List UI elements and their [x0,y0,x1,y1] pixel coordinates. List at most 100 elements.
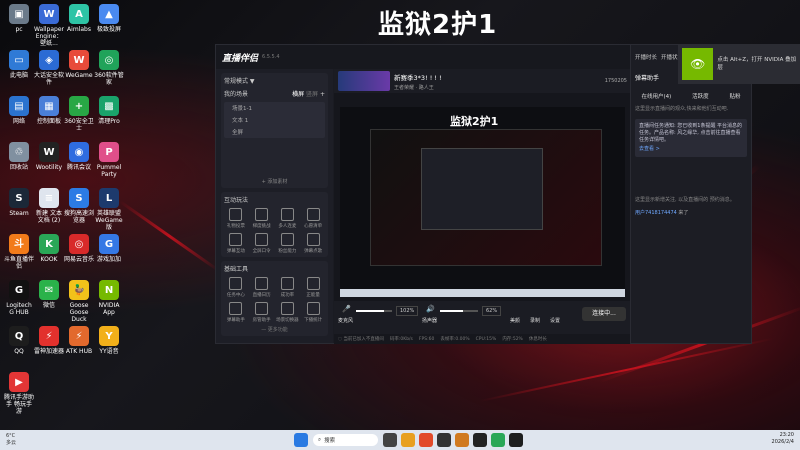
desktop-icon[interactable]: ◈ 大话安全软件 [34,50,64,86]
explorer-icon[interactable] [401,433,415,447]
tool-item[interactable]: 弹幕助手 [224,302,248,323]
tool-item[interactable]: 下播统计 [301,302,325,323]
interact-item[interactable]: 弹幕互动 [224,233,248,254]
scene-item[interactable]: 场景1-1 [224,102,325,114]
desktop-icon[interactable]: ▲ 极致投屏 [94,4,124,33]
app-icon[interactable] [455,433,469,447]
desktop-icon[interactable]: W Wallpaper Engine：壁纸... [34,4,64,47]
category-tag[interactable]: 王者荣耀 · 路人王 [394,84,442,91]
tool-item[interactable]: 直播日历 [250,277,274,298]
live-title[interactable]: 新赛季3*3! ! ! ! [394,72,442,82]
search-box[interactable]: ⌕ 搜索 [313,434,378,446]
mic-slider[interactable] [356,310,392,312]
status-item: 码率:0Kb/s [389,337,413,342]
desktop-icon[interactable]: ◉ 腾讯会议 [64,142,94,171]
desktop-icon[interactable]: G 游戏加加 [94,234,124,263]
desktop-icon[interactable]: Q QQ [4,326,34,355]
scene-item[interactable]: 全屏 [224,126,325,138]
tool-item[interactable]: 成功率 [276,277,300,298]
taskview-icon[interactable] [383,433,397,447]
notice-link[interactable]: 去查看 > [639,146,743,153]
desktop-icon[interactable]: ⚡ 雷神加速器 [34,326,64,355]
interact-item[interactable]: 全屏口令 [250,233,274,254]
tool-item[interactable]: 房管助手 [250,302,274,323]
desktop-icon[interactable]: ▩ 清理Pro [94,96,124,125]
desktop-icon[interactable]: ⚡ ATK HUB [64,326,94,355]
task-notice: 直播间任务通知: 您已收到1条提醒 平台消息的任务。产品名称: 风之缘华, 点击… [635,119,747,157]
desktop-icon[interactable]: A Aimlabs [64,4,94,33]
interact-icon [306,233,320,246]
desktop-icon[interactable]: L 英雄联盟WeGame版 [94,188,124,231]
scene-item[interactable]: 文本 1 [224,114,325,126]
settings-button[interactable]: 设置 [550,317,560,324]
app-icon[interactable] [473,433,487,447]
desktop-icon[interactable]: P Pummel Party [94,142,124,178]
desktop-icon[interactable]: S Steam [4,188,34,217]
desktop-icon[interactable]: G Logitech G HUB [4,280,34,316]
status-left: ◌ 当前已加入不直播间 [338,337,384,342]
interact-item[interactable]: 梯度挑战 [250,208,274,229]
interact-label: 礼物投票 [226,224,245,229]
desktop-icon[interactable]: ▦ 控制面板 [34,96,64,125]
user-name[interactable]: 用户7418174474 [635,210,677,216]
tab-landscape[interactable]: 横屏 [292,91,304,98]
tool-item[interactable]: 场景切换器 [276,302,300,323]
microphone-icon[interactable]: 🎤 [342,305,351,313]
desktop-icon[interactable]: ≡ 新建 文本文档 (2) [34,188,64,224]
tools-section: 基础工具 任务中心 直播日历 成功率 正能量 弹幕助手 房管助手 场景切换器 下播统计 — 更… [221,261,328,336]
interact-item[interactable]: 多人连麦 [276,208,300,229]
desktop-icon[interactable]: ▤ 网络 [4,96,34,125]
nvidia-notification[interactable]: 👁 点击 Alt+Z，打开 NVIDIA 叠加层 [678,44,800,84]
desktop-icon[interactable]: 斗斗鱼直播伴侣 [4,234,34,270]
tool-label: 下播统计 [304,318,323,323]
connect-button[interactable]: 连接中... [582,307,626,321]
interact-item[interactable]: 心愿清单 [301,208,325,229]
mode-select[interactable]: 常规模式 ▼ [224,76,255,85]
tool-item[interactable]: 正能量 [301,277,325,298]
desktop-icon[interactable]: +360安全卫士 [64,96,94,132]
app-icon[interactable] [491,433,505,447]
record-button[interactable]: 录制 [530,317,540,324]
desktop-icon[interactable]: K KOOK [34,234,64,263]
desktop-icon[interactable]: 🦆 Goose Goose Duck [64,280,94,323]
interact-item[interactable]: 弹幕点歌 [301,233,325,254]
tool-label: 任务中心 [226,293,245,298]
speaker-icon[interactable]: 🔊 [426,305,435,313]
speaker-slider[interactable] [440,310,478,312]
stream-preview[interactable]: 监狱2护1 [340,107,625,297]
tab-activity[interactable]: 活跃度 [692,92,709,100]
weather-widget[interactable]: 6°C 多云 [6,433,16,447]
desktop-icon[interactable]: N NVIDIA App [94,280,124,316]
tool-item[interactable]: 任务中心 [224,277,248,298]
desktop-icon[interactable]: ♲ 回收站 [4,142,34,171]
desktop-icon[interactable]: W Wootility [34,142,64,171]
desktop-icon[interactable]: ▶ 腾讯手游助手 畅玩手游 [4,372,34,415]
desktop-icon[interactable]: W WeGame [64,50,94,79]
app-icon[interactable] [437,433,451,447]
desktop-icon[interactable]: S 搜狗高速浏览器 [64,188,94,224]
desktop-icon[interactable]: ◎ 网易云音乐 [64,234,94,263]
interact-item[interactable]: 礼物投票 [224,208,248,229]
app-icon[interactable] [509,433,523,447]
add-source-button[interactable]: + 添加素材 [224,178,325,185]
tab-fans[interactable]: 贴粉 [730,92,741,100]
app-icon: ▭ [9,50,29,70]
interact-item[interactable]: 粉丝能力 [276,233,300,254]
desktop-icon[interactable]: ▣ pc [4,4,34,33]
desktop-icon[interactable]: Y YY语音 [94,326,124,355]
system-clock[interactable]: 23:20 2026/2/4 [772,432,794,446]
desktop-icon[interactable]: ✉ 微信 [34,280,64,309]
start-icon[interactable] [294,433,308,447]
desktop-icon[interactable]: ◎ 360软件管家 [94,50,124,86]
speaker-percent[interactable]: 62% [482,306,502,316]
beauty-button[interactable]: 美颜 [510,317,520,324]
mic-percent[interactable]: 102% [396,306,419,316]
more-functions-link[interactable]: — 更多功能 [224,326,325,333]
tab-online-users[interactable]: 在线用户(4) [641,92,671,100]
desktop-icon-label: Wootility [35,164,63,171]
add-scene-icon[interactable]: + [320,91,325,98]
app-icon[interactable] [419,433,433,447]
desktop-icon[interactable]: ▭ 此电脑 [4,50,34,79]
tab-portrait[interactable]: 竖屏 [306,91,318,98]
cover-thumbnail[interactable] [338,71,390,91]
